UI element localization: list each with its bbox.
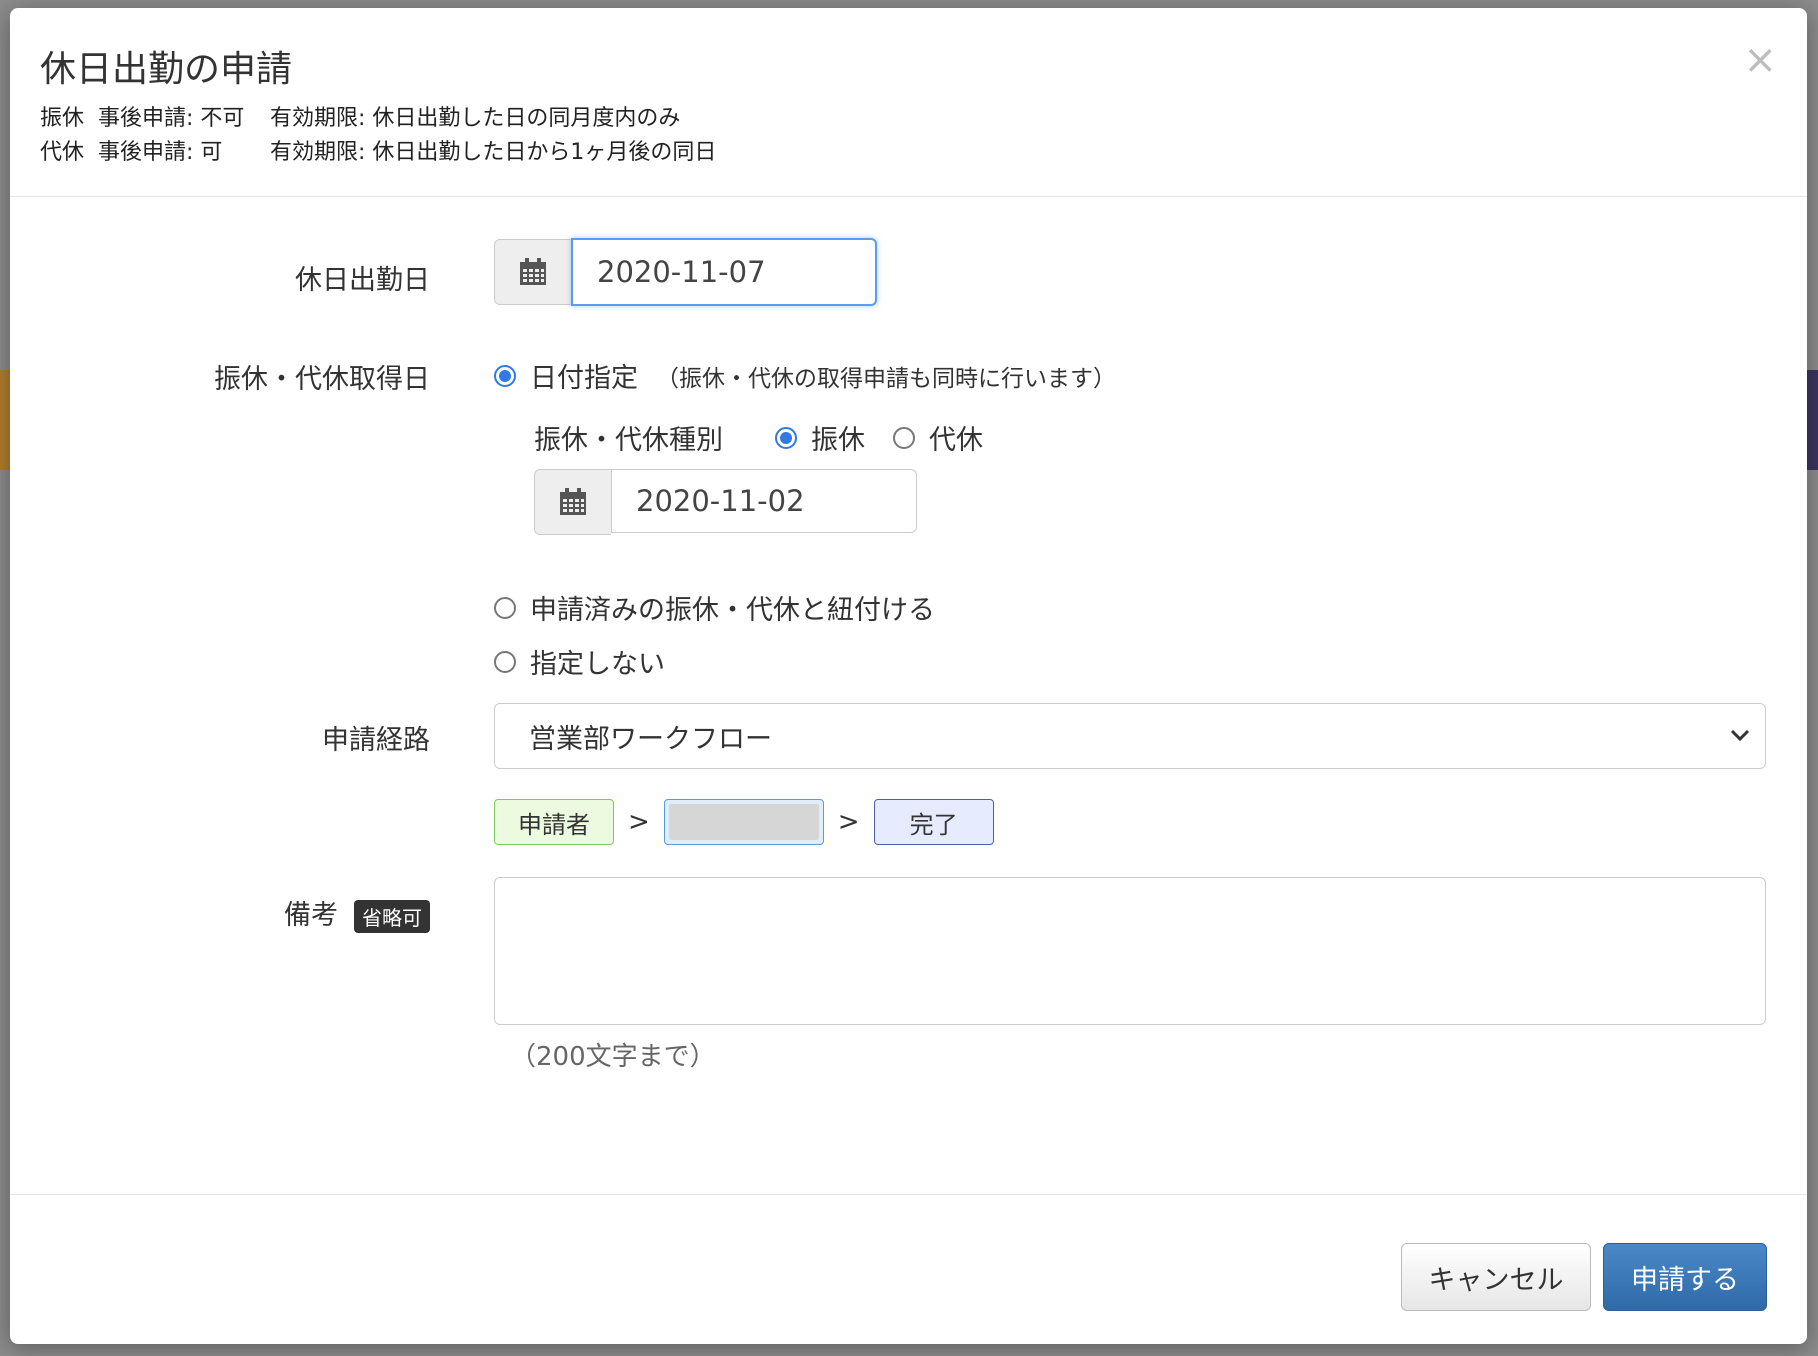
calendar-icon[interactable] xyxy=(534,469,611,535)
route-steps: 申請者 > > 完了 xyxy=(494,799,994,845)
route-select-value: 営業部ワークフロー xyxy=(529,723,772,755)
cancel-button[interactable]: キャンセル xyxy=(1401,1243,1591,1311)
route-label: 申請経路 xyxy=(322,725,430,756)
substitute-kind-row: 振休・代休種別 振休 代休 xyxy=(534,418,983,457)
radio-link-existing[interactable]: 申請済みの振休・代休と紐付ける xyxy=(494,588,935,627)
holiday-work-request-modal: 休日出勤の申請 × 振休 事後申請: 不可 有効期限: 休日出勤した日の同月度内のみ… xyxy=(10,8,1807,1344)
modal-header: 休日出勤の申請 × 振休 事後申請: 不可 有効期限: 休日出勤した日の同月度内のみ… xyxy=(10,8,1807,197)
chevron-down-icon xyxy=(1729,722,1751,753)
route-step-approver xyxy=(663,799,824,845)
work-date-group xyxy=(494,238,877,306)
radio-date-specify-note: （振休・代休の取得申請も同時に行います） xyxy=(656,365,1116,392)
route-step-done: 完了 xyxy=(873,799,994,845)
radio-daikyu-label: 代休 xyxy=(929,425,983,456)
close-icon[interactable]: × xyxy=(1743,40,1777,80)
radio-date-specify-label: 日付指定 xyxy=(530,363,638,394)
route-step-applicant: 申請者 xyxy=(494,799,614,845)
substitute-date-group xyxy=(534,469,917,535)
radio-checked-icon[interactable] xyxy=(494,364,516,387)
substitute-date-input[interactable] xyxy=(611,469,917,533)
calendar-icon[interactable] xyxy=(494,239,571,305)
radio-daikyu[interactable] xyxy=(893,426,915,449)
radio-unchecked-icon[interactable] xyxy=(494,650,516,673)
notice-validity: 有効期限: 休日出勤した日から1ヶ月後の同日 xyxy=(270,140,717,165)
radio-none-label: 指定しない xyxy=(530,649,665,680)
redacted-name xyxy=(668,804,819,840)
radio-date-specify[interactable]: 日付指定 （振休・代休の取得申請も同時に行います） xyxy=(494,356,1116,395)
route-select[interactable]: 営業部ワークフロー xyxy=(494,703,1766,769)
background-strip xyxy=(1806,370,1818,470)
notice-type: 代休 xyxy=(40,140,85,165)
remarks-textarea[interactable] xyxy=(494,877,1766,1025)
route-separator: > xyxy=(628,807,650,837)
remarks-label-row: 備考 省略可 xyxy=(284,893,430,933)
radio-furikyu[interactable] xyxy=(775,426,797,449)
route-separator: > xyxy=(837,807,860,837)
background-strip xyxy=(0,370,10,470)
substitute-kind-label: 振休・代休種別 xyxy=(534,425,723,456)
radio-unchecked-icon[interactable] xyxy=(494,596,516,619)
substitute-date-label: 振休・代休取得日 xyxy=(214,364,430,395)
notice-line: 代休 事後申請: 可 有効期限: 休日出勤した日から1ヶ月後の同日 xyxy=(40,134,716,166)
work-date-input[interactable] xyxy=(571,238,877,306)
submit-button[interactable]: 申請する xyxy=(1603,1243,1767,1311)
remarks-label: 備考 xyxy=(284,900,338,931)
notice-validity: 有効期限: 休日出勤した日の同月度内のみ xyxy=(270,106,681,131)
remarks-help: （200文字まで） xyxy=(510,1042,716,1072)
notice-type: 振休 xyxy=(40,106,85,131)
modal-title: 休日出勤の申請 xyxy=(40,49,293,90)
radio-furikyu-label: 振休 xyxy=(811,425,865,456)
notice-line: 振休 事後申請: 不可 有効期限: 休日出勤した日の同月度内のみ xyxy=(40,100,680,132)
modal-footer: キャンセル 申請する xyxy=(10,1194,1807,1344)
work-date-label: 休日出勤日 xyxy=(295,265,430,296)
optional-badge: 省略可 xyxy=(354,900,430,933)
notice-after: 事後申請: 不可 xyxy=(98,106,245,131)
radio-link-existing-label: 申請済みの振休・代休と紐付ける xyxy=(530,595,935,626)
notice-after: 事後申請: 可 xyxy=(98,140,223,165)
radio-none[interactable]: 指定しない xyxy=(494,642,665,681)
